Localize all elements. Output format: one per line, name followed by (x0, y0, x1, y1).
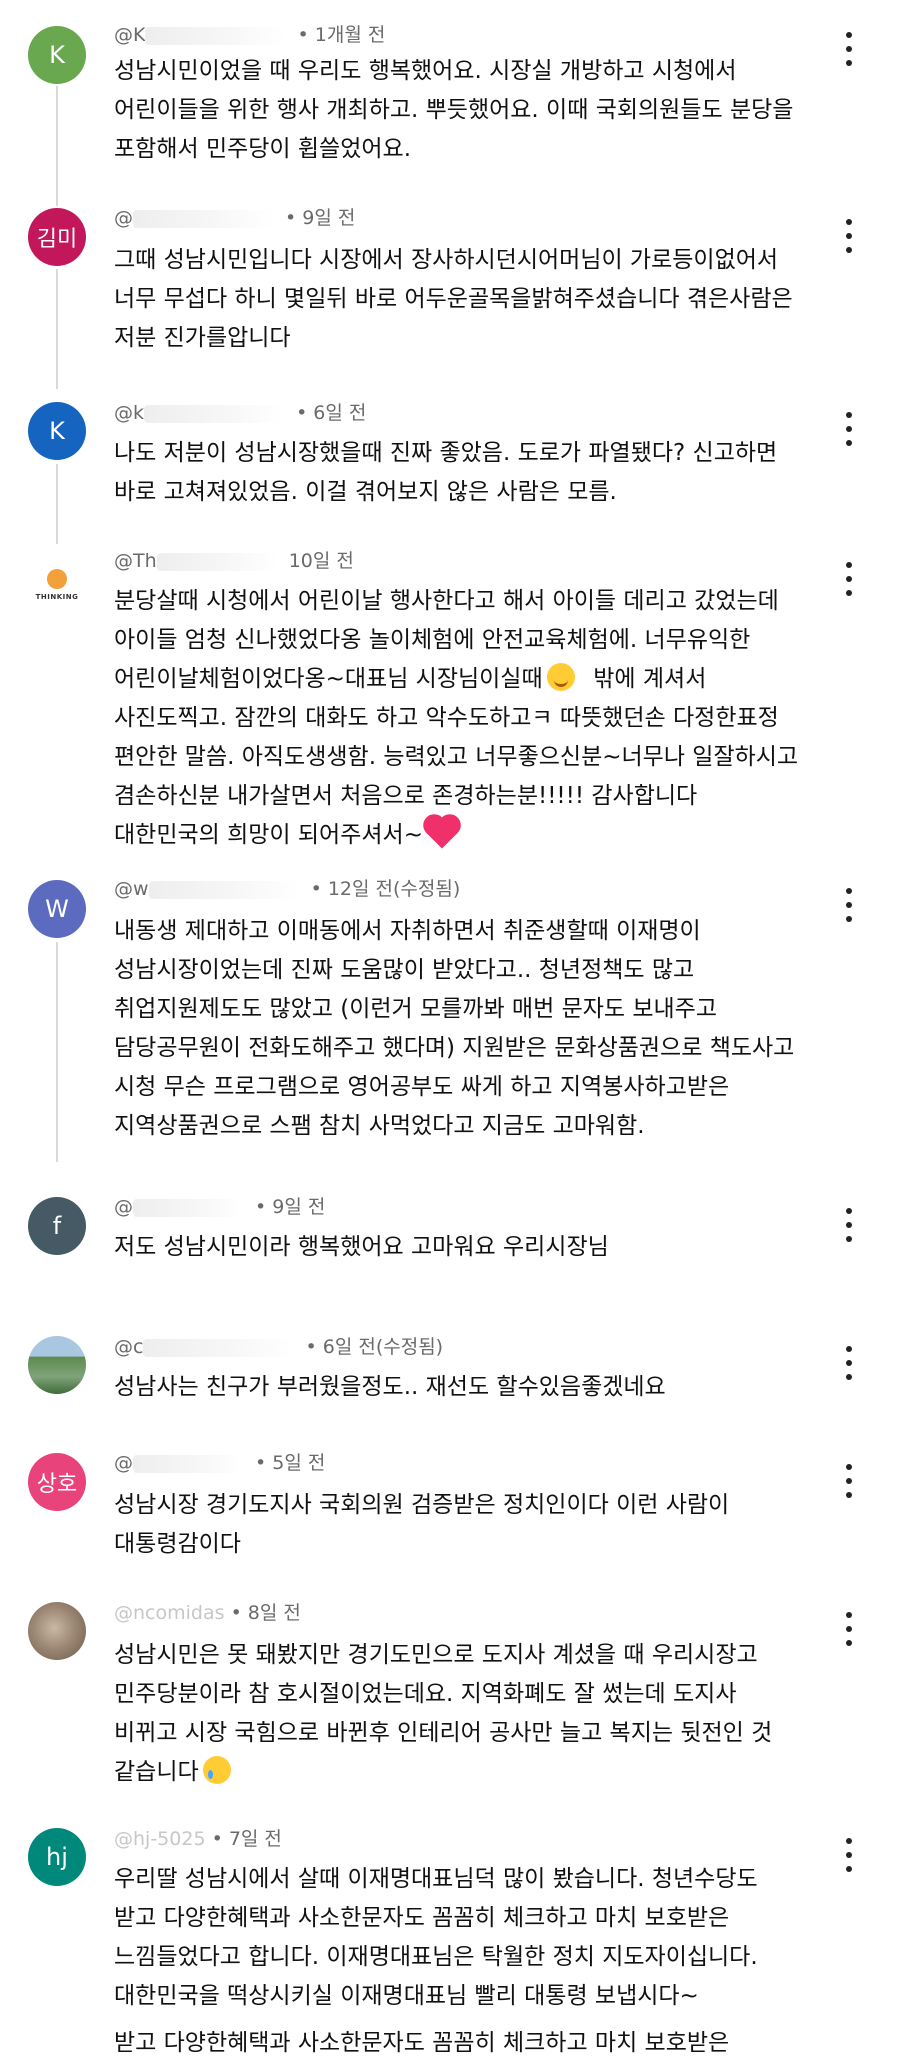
author-handle[interactable]: @ (114, 1196, 133, 1218)
avatar[interactable] (28, 1336, 86, 1394)
thinking-face-icon (47, 569, 67, 589)
comment-meta: @k • 6일 전 (114, 400, 366, 426)
comment-meta: @w • 12일 전(수정됨) (114, 876, 460, 902)
comment-meta: @ • 9일 전 (114, 1194, 325, 1220)
avatar[interactable]: THINKING (28, 556, 86, 614)
thread-line (56, 269, 58, 389)
redacted-handle (133, 209, 273, 228)
comment-time: • 6일 전 (296, 402, 367, 424)
avatar[interactable]: K (28, 402, 86, 460)
avatar[interactable]: K (28, 26, 86, 84)
comment-meta: @ncomidas • 8일 전 (114, 1600, 301, 1626)
avatar[interactable]: hj (28, 1828, 86, 1886)
avatar-label: THINKING (35, 593, 79, 601)
author-handle[interactable]: @Th (114, 550, 157, 572)
comment-text: 그때 성남시민입니다 시장에서 장사하시던시어머님이 가로등이없어서 너무 무섭다… (114, 247, 793, 351)
avatar[interactable]: 김미 (28, 208, 86, 266)
thread-line (56, 464, 58, 544)
author-handle[interactable]: @w (114, 878, 149, 900)
comment-text: 성남사는 친구가 부러웠을정도.. 재선도 할수있음좋겠네요 (114, 1374, 666, 1400)
comment-meta: @c • 6일 전(수정됨) (114, 1334, 443, 1360)
comment-time: • 1개월 전 (297, 24, 386, 46)
comment-meta: @ • 5일 전 (114, 1450, 325, 1476)
author-handle[interactable]: @k (114, 402, 144, 424)
more-options-icon[interactable] (845, 1838, 853, 1872)
comment-meta: @hj-5025 • 7일 전 (114, 1826, 282, 1852)
avatar[interactable]: f (28, 1197, 86, 1255)
redacted-handle (133, 1454, 243, 1473)
redacted-handle (145, 26, 286, 45)
comment-time: • 6일 전(수정됨) (305, 1336, 444, 1358)
comment-text: 분당살때 시청에서 어린이날 행사한다고 해서 아이들 데리고 갔었는데 아이들… (114, 588, 799, 849)
smiling-face-emoji-icon (546, 663, 575, 691)
more-options-icon[interactable] (845, 1346, 853, 1380)
author-handle[interactable]: @c (114, 1336, 143, 1358)
comment-text: 성남시민이었을 때 우리도 행복했어요. 시장실 개방하고 시청에서 어린이들을 … (114, 58, 794, 162)
comment-time: • 8일 전 (230, 1602, 301, 1624)
more-options-icon[interactable] (845, 888, 853, 922)
more-options-icon[interactable] (845, 32, 853, 66)
redacted-handle (156, 552, 277, 571)
comment-time: 10일 전 (288, 550, 354, 572)
redacted-handle (148, 880, 299, 899)
comment-time: • 9일 전 (285, 207, 356, 229)
more-options-icon[interactable] (845, 1208, 853, 1242)
avatar[interactable]: W (28, 880, 86, 938)
more-options-icon[interactable] (845, 562, 853, 596)
author-handle[interactable]: @ncomidas (114, 1602, 225, 1624)
avatar[interactable] (28, 1602, 86, 1660)
comment-time: • 12일 전(수정됨) (310, 878, 461, 900)
more-options-icon[interactable] (845, 1612, 853, 1646)
thread-line (56, 942, 58, 1162)
avatar[interactable]: 상호 (28, 1453, 86, 1511)
comment-time: • 7일 전 (211, 1828, 282, 1850)
comment-text: 성남시민은 못 돼봤지만 경기도민으로 도지사 계셨을 때 우리시장고 민주당분이… (114, 1642, 773, 1785)
redacted-handle (133, 1198, 243, 1217)
author-handle[interactable]: @hj-5025 (114, 1828, 206, 1850)
thread-line (56, 86, 58, 206)
comment-time: • 9일 전 (255, 1196, 326, 1218)
author-handle[interactable]: @ (114, 207, 133, 229)
crying-face-emoji-icon (202, 1756, 231, 1784)
heart-emoji-icon (426, 817, 458, 849)
comment-text: 성남시장 경기도지사 국회의원 검증받은 정치인이다 이런 사람이 대통령감이다 (114, 1492, 730, 1557)
author-handle[interactable]: @ (114, 1452, 133, 1474)
comment-meta: @K • 1개월 전 (114, 22, 385, 48)
more-options-icon[interactable] (845, 219, 853, 253)
comment-text: 우리딸 성남시에서 살때 이재명대표님덕 많이 봤습니다. 청년수당도 받고 다양… (114, 1866, 758, 2056)
comment-text: 나도 저분이 성남시장했을때 진짜 좋았음. 도로가 파열됐다? 신고하면 바로 … (114, 440, 778, 505)
redacted-handle (144, 404, 285, 423)
comment-text: 저도 성남시민이라 행복했어요 고마워요 우리시장님 (114, 1234, 609, 1260)
more-options-icon[interactable] (845, 412, 853, 446)
comment-text: 내동생 제대하고 이매동에서 자취하면서 취준생할때 이재명이 성남시장이었는데 … (114, 918, 795, 1139)
comment-meta: @ • 9일 전 (114, 205, 355, 231)
comment-meta: @Th 10일 전 (114, 548, 354, 574)
redacted-handle (143, 1338, 294, 1357)
more-options-icon[interactable] (845, 1464, 853, 1498)
comment-time: • 5일 전 (255, 1452, 326, 1474)
author-handle[interactable]: @K (114, 24, 145, 46)
